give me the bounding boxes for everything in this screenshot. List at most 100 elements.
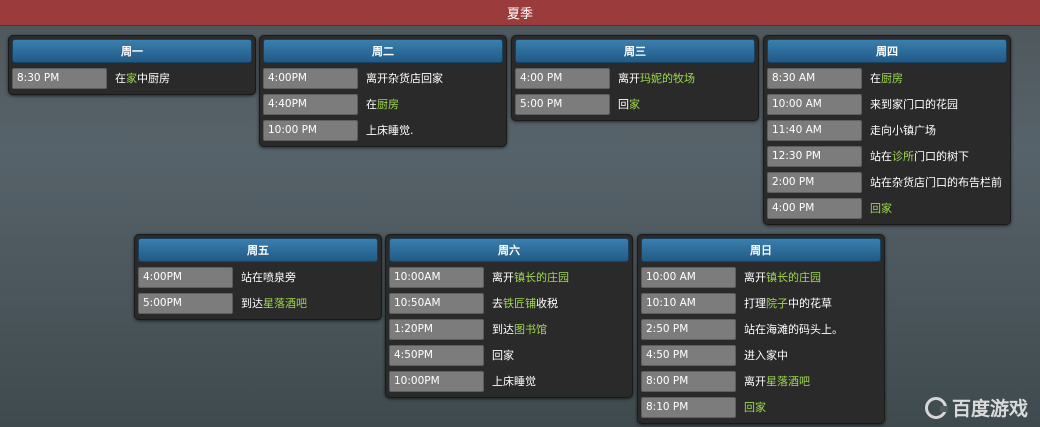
schedule-row: 4:40PM 在厨房 bbox=[260, 91, 506, 117]
location-highlight: 回家 bbox=[870, 202, 892, 215]
activity-text: 走向小镇广场 bbox=[870, 122, 936, 138]
activity-text: 进入家中 bbox=[744, 347, 788, 363]
schedule-row: 10:00 PM 上床睡觉. bbox=[260, 117, 506, 143]
day-title: 周一 bbox=[12, 39, 252, 63]
location-highlight: 家 bbox=[126, 72, 137, 85]
day-panel-wed: 周三 4:00 PM 离开玛妮的牧场 5:00 PM 回家 bbox=[511, 35, 759, 121]
activity-fragment: 到达 bbox=[492, 323, 514, 336]
activity-fragment: 离开杂货店回家 bbox=[366, 72, 443, 85]
schedule-row: 5:00PM 到达星落酒吧 bbox=[135, 290, 381, 316]
activity-fragment: 离开 bbox=[618, 72, 640, 85]
activity-text: 站在海滩的码头上。 bbox=[744, 321, 843, 337]
schedule-row: 4:50PM 回家 bbox=[386, 342, 632, 368]
activity-text: 到达图书馆 bbox=[492, 321, 547, 337]
time-cell: 5:00 PM bbox=[515, 93, 610, 115]
activity-text: 在厨房 bbox=[870, 70, 903, 86]
activity-text: 离开玛妮的牧场 bbox=[618, 70, 695, 86]
activity-fragment: 站在喷泉旁 bbox=[241, 271, 296, 284]
schedule-row: 11:40 AM 走向小镇广场 bbox=[764, 117, 1010, 143]
schedule-row: 8:30 PM 在家中厨房 bbox=[9, 65, 255, 91]
activity-fragment: 上床睡觉. bbox=[366, 124, 414, 137]
schedule-row: 10:10 AM 打理院子中的花草 bbox=[638, 290, 884, 316]
activity-fragment: 在 bbox=[870, 72, 881, 85]
activity-text: 离开镇长的庄园 bbox=[492, 269, 569, 285]
activity-fragment: 在 bbox=[115, 72, 126, 85]
time-cell: 2:00 PM bbox=[767, 171, 862, 193]
time-cell: 8:00 PM bbox=[641, 370, 736, 392]
day-title: 周六 bbox=[389, 238, 629, 262]
activity-fragment: 回 bbox=[618, 98, 629, 111]
watermark: 百度游戏 bbox=[924, 394, 1028, 421]
schedule-row: 4:00 PM 离开玛妮的牧场 bbox=[512, 65, 758, 91]
activity-text: 离开镇长的庄园 bbox=[744, 269, 821, 285]
activity-fragment: 离开 bbox=[744, 375, 766, 388]
schedule-row: 4:00PM 站在喷泉旁 bbox=[135, 264, 381, 290]
time-cell: 8:30 AM bbox=[767, 67, 862, 89]
activity-text: 站在诊所门口的树下 bbox=[870, 148, 969, 164]
location-highlight: 星落酒吧 bbox=[766, 375, 810, 388]
location-highlight: 厨房 bbox=[881, 72, 903, 85]
season-title: 夏季 bbox=[0, 0, 1040, 26]
activity-text: 回家 bbox=[870, 200, 892, 216]
day-title: 周四 bbox=[767, 39, 1007, 63]
activity-fragment: 回家 bbox=[492, 349, 514, 362]
activity-text: 在厨房 bbox=[366, 96, 399, 112]
schedule-row: 8:00 PM 离开星落酒吧 bbox=[638, 368, 884, 394]
time-cell: 2:50 PM bbox=[641, 318, 736, 340]
activity-text: 站在喷泉旁 bbox=[241, 269, 296, 285]
activity-text: 上床睡觉. bbox=[366, 122, 414, 138]
activity-fragment: 中的花草 bbox=[788, 297, 832, 310]
schedule-row: 5:00 PM 回家 bbox=[512, 91, 758, 117]
time-cell: 10:00 AM bbox=[767, 93, 862, 115]
activity-text: 站在杂货店门口的布告栏前 bbox=[870, 174, 1002, 190]
activity-fragment: 上床睡觉 bbox=[492, 375, 536, 388]
schedule-row: 10:00PM 上床睡觉 bbox=[386, 368, 632, 394]
location-highlight: 家 bbox=[629, 98, 640, 111]
location-highlight: 玛妮的牧场 bbox=[640, 72, 695, 85]
schedule-row: 10:00AM 离开镇长的庄园 bbox=[386, 264, 632, 290]
schedule-row: 8:30 AM 在厨房 bbox=[764, 65, 1010, 91]
location-highlight: 院子 bbox=[766, 297, 788, 310]
schedule-row: 12:30 PM 站在诊所门口的树下 bbox=[764, 143, 1010, 169]
time-cell: 1:20PM bbox=[389, 318, 484, 340]
time-cell: 4:00 PM bbox=[767, 197, 862, 219]
day-title: 周二 bbox=[263, 39, 503, 63]
activity-text: 离开星落酒吧 bbox=[744, 373, 810, 389]
day-panel-sat: 周六 10:00AM 离开镇长的庄园 10:50AM 去铁匠铺收税 1:20PM 到达图书馆… bbox=[385, 234, 633, 398]
activity-text: 去铁匠铺收税 bbox=[492, 295, 558, 311]
day-panel-fri: 周五 4:00PM 站在喷泉旁 5:00PM 到达星落酒吧 bbox=[134, 234, 382, 320]
day-title: 周五 bbox=[138, 238, 378, 262]
activity-fragment: 来到家门口的花园 bbox=[870, 98, 958, 111]
time-cell: 10:00 PM bbox=[263, 119, 358, 141]
location-highlight: 镇长的庄园 bbox=[514, 271, 569, 284]
time-cell: 8:10 PM bbox=[641, 396, 736, 418]
activity-fragment: 打理 bbox=[744, 297, 766, 310]
activity-fragment: 到达 bbox=[241, 297, 263, 310]
activity-fragment: 走向小镇广场 bbox=[870, 124, 936, 137]
time-cell: 10:00AM bbox=[389, 266, 484, 288]
activity-text: 到达星落酒吧 bbox=[241, 295, 307, 311]
activity-fragment: 离开 bbox=[744, 271, 766, 284]
time-cell: 10:00 AM bbox=[641, 266, 736, 288]
activity-text: 来到家门口的花园 bbox=[870, 96, 958, 112]
activity-text: 回家 bbox=[744, 399, 766, 415]
location-highlight: 图书馆 bbox=[514, 323, 547, 336]
activity-fragment: 站在 bbox=[870, 150, 892, 163]
time-cell: 4:50PM bbox=[389, 344, 484, 366]
time-cell: 8:30 PM bbox=[12, 67, 107, 89]
activity-fragment: 门口的树下 bbox=[914, 150, 969, 163]
day-title: 周日 bbox=[641, 238, 881, 262]
baidu-game-logo-icon bbox=[924, 396, 948, 419]
location-highlight: 铁匠铺 bbox=[503, 297, 536, 310]
time-cell: 10:00PM bbox=[389, 370, 484, 392]
activity-fragment: 去 bbox=[492, 297, 503, 310]
location-highlight: 厨房 bbox=[377, 98, 399, 111]
activity-fragment: 在 bbox=[366, 98, 377, 111]
schedule-row: 4:00PM 离开杂货店回家 bbox=[260, 65, 506, 91]
activity-fragment: 站在杂货店门口的布告栏前 bbox=[870, 176, 1002, 189]
location-highlight: 回家 bbox=[744, 401, 766, 414]
schedule-row: 10:50AM 去铁匠铺收税 bbox=[386, 290, 632, 316]
day-panel-tue: 周二 4:00PM 离开杂货店回家 4:40PM 在厨房 10:00 PM 上床睡觉. bbox=[259, 35, 507, 147]
day-title: 周三 bbox=[515, 39, 755, 63]
day-panel-sun: 周日 10:00 AM 离开镇长的庄园 10:10 AM 打理院子中的花草 2:50 PM… bbox=[637, 234, 885, 424]
